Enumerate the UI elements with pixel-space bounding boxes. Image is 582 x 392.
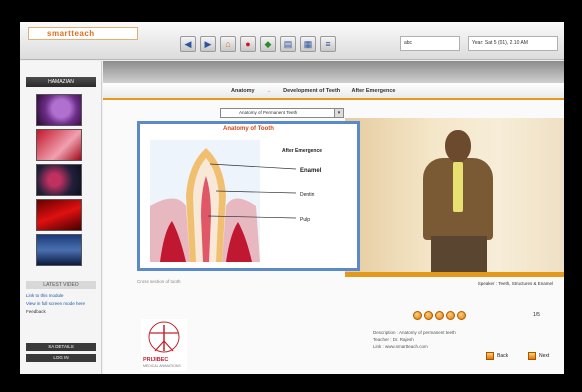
meta-teacher: Teacher : Dr. Rajesh [373,337,414,342]
sidebar-footer-login[interactable]: LOG IN [26,354,96,362]
video-caption: Speaker : Teeth, Structures & Enamel [477,281,553,286]
print-icon[interactable]: ▤ [280,36,296,52]
logo-leg-left [154,340,165,352]
video-player[interactable] [345,118,564,272]
presenter-head [445,130,471,162]
diagram-caption: Cross section of tooth [137,279,181,284]
arrow-right-icon[interactable]: ▶ [200,36,216,52]
page-dot-2[interactable] [424,311,433,320]
toolbar-field-1[interactable]: abc [400,36,460,51]
label-enamel: Enamel [300,168,322,174]
app-window: smartteach ◀ ▶ ⌂ ● ◆ ▤ ▦ ≡ abc Year: Sat 5 (01)… [20,22,564,374]
page-dot-4[interactable] [446,311,455,320]
bookmark-icon[interactable]: ◆ [260,36,276,52]
sidebar-section-label: LATEST VIDEO [26,281,96,289]
home-icon[interactable]: ⌂ [220,36,236,52]
sidebar-link-module[interactable]: Link to this module [26,293,98,299]
logo-leg-right [163,340,174,352]
label-pulp: Pulp [300,217,311,223]
chevron-down-icon[interactable]: ▾ [334,109,343,117]
presenter-legs [431,236,487,272]
main-header-band [103,61,564,83]
vitruvian-logo-icon [148,321,180,353]
page-dot-3[interactable] [435,311,444,320]
page-count: 1/5 [533,312,540,318]
label-dentin: Dentin [300,192,315,198]
toolbar-buttons: ◀ ▶ ⌂ ● ◆ ▤ ▦ ≡ [180,36,336,52]
arrow-left-icon[interactable]: ◀ [180,36,196,52]
sidebar: HAMAZIAN LATEST VIDEO Link to this modul… [20,61,102,374]
breadcrumb-item-anatomy[interactable]: Anatomy [231,88,255,94]
record-icon[interactable]: ● [240,36,256,52]
top-toolbar: smartteach ◀ ▶ ⌂ ● ◆ ▤ ▦ ≡ abc Year: Sat 5 (01)… [20,22,564,60]
sidebar-header: HAMAZIAN [26,77,96,87]
sidebar-thumbnail-4[interactable] [36,199,82,231]
date-display: Year: Sat 5 (01), 2.10 AM [468,36,558,51]
back-icon [486,352,494,360]
sidebar-link-fullscreen[interactable]: View in full screen mode here [26,301,98,307]
anatomy-title: Anatomy of Tooth [223,126,274,132]
meta-link[interactable]: Link : www.smartteach.com [373,343,563,350]
topic-select[interactable]: Anatomy of Permanent Teeth ▾ [220,108,344,118]
breadcrumb-item-development[interactable]: Development of Teeth [283,88,340,94]
module-metadata: Description : Anatomy of permanent teeth… [373,329,563,350]
anatomy-diagram-panel: Anatomy of Tooth After Emergence Enamel [137,121,360,271]
logo-name: PRIJIBEC [143,357,169,363]
sidebar-thumbnail-3[interactable] [36,164,82,196]
grid-icon[interactable]: ▦ [300,36,316,52]
presenter-tie [453,162,463,212]
breadcrumb: Anatomy → Development of Teeth After Eme… [103,83,564,100]
next-button[interactable]: Next [528,351,549,361]
meta-description: Description : Anatomy of permanent teeth [373,330,456,335]
page-dot-5[interactable] [457,311,466,320]
topic-select-value: Anatomy of Permanent Teeth [239,110,298,115]
page-dot-1[interactable] [413,311,422,320]
next-label: Next [539,353,550,359]
sidebar-link-feedback[interactable]: Feedback [26,309,98,315]
brand-logo: smartteach [28,27,138,40]
breadcrumb-item-after-emergence[interactable]: After Emergence [351,88,395,94]
page-indicator [413,311,466,320]
back-button[interactable]: Back [486,351,508,361]
sidebar-thumbnail-1[interactable] [36,94,82,126]
sidebar-thumbnail-5[interactable] [36,234,82,266]
sidebar-thumbnail-2[interactable] [36,129,82,161]
list-icon[interactable]: ≡ [320,36,336,52]
back-label: Back [497,353,509,359]
monitor-frame: smartteach ◀ ▶ ⌂ ● ◆ ▤ ▦ ≡ abc Year: Sat 5 (01)… [0,0,582,392]
main-content: Anatomy → Development of Teeth After Eme… [103,61,564,374]
logo-subtitle: MEDICAL ANIMATIONS [143,364,181,368]
breadcrumb-separator: → [266,88,272,94]
video-progress-bar[interactable] [345,272,564,277]
sidebar-footer-details[interactable]: SA DETAILS [26,343,96,351]
tooth-illustration [150,140,296,262]
next-icon [528,352,536,360]
